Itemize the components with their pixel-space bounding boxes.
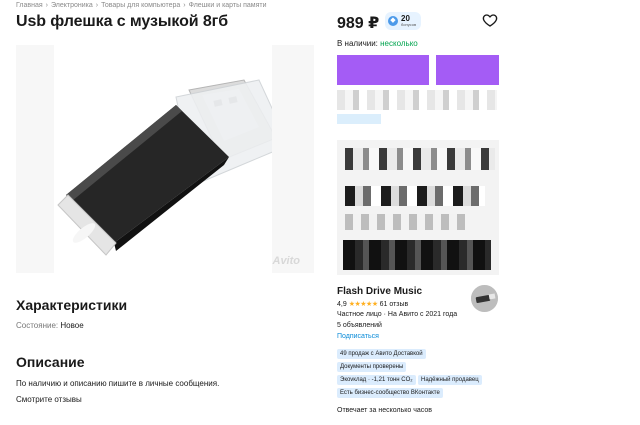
condition-row: Состояние: Новое: [16, 321, 84, 330]
avatar-usb-icon: [471, 285, 498, 312]
badge-documents[interactable]: Документы проверены: [337, 362, 407, 372]
badge-eco[interactable]: Экovклад · -1,21 тонн CO₂: [337, 375, 416, 385]
breadcrumb-separator: ›: [45, 2, 48, 9]
reviews-text: Смотрите отзывы: [16, 395, 82, 404]
breadcrumb-item-home[interactable]: Главная: [16, 2, 43, 9]
breadcrumb-item-flash-drives[interactable]: Флешки и карты памяти: [189, 2, 267, 9]
availability: В наличии: несколько: [337, 39, 418, 48]
badge-sales[interactable]: 49 продаж с Авито Доставкой: [337, 349, 426, 359]
breadcrumb-item-electronics[interactable]: Электроника: [51, 2, 93, 9]
breadcrumb-separator: ›: [183, 2, 186, 9]
pixelated-delivery-link[interactable]: [337, 114, 381, 124]
favorite-heart-icon[interactable]: [482, 12, 498, 28]
availability-value: несколько: [380, 39, 418, 48]
badge-vk-community[interactable]: Есть бизнес-сообщество ВКонтакте: [337, 388, 443, 398]
pixelated-call-button[interactable]: [337, 55, 429, 85]
availability-label: В наличии:: [337, 39, 378, 48]
pixelated-delivery-panel: [337, 140, 499, 275]
bonus-badge[interactable]: ◆ 20 бонусов: [385, 12, 421, 30]
condition-value: Новое: [60, 321, 84, 330]
reviews-count[interactable]: 61 отзыв: [380, 301, 409, 308]
seller-name[interactable]: Flash Drive Music: [337, 286, 422, 297]
usb-drive-image: [57, 79, 272, 256]
seller-avatar[interactable]: [471, 285, 498, 312]
characteristics-heading: Характеристики: [16, 297, 128, 313]
bonus-icon: ◆: [388, 16, 398, 26]
seller-type-since: Частное лицо · На Авито с 2021 года: [337, 311, 458, 318]
description-heading: Описание: [16, 354, 85, 370]
page-title: Usb флешка с музыкой 8гб: [16, 13, 228, 30]
breadcrumb: Главная › Электроника › Товары для компьютер…: [16, 2, 267, 9]
pixelated-message-button[interactable]: [436, 55, 499, 85]
rating-stars-icon: ★★★★★: [348, 301, 378, 308]
breadcrumb-item-computer-goods[interactable]: Товары для компьютера: [101, 2, 180, 9]
badge-reliable[interactable]: Надёжный продавец: [418, 375, 482, 385]
description-text: По наличию и описанию пишите в личные со…: [16, 379, 220, 388]
pixelated-delivery-info: [337, 90, 497, 110]
bonus-label: бонусов: [401, 22, 417, 27]
seller-listings[interactable]: 5 объявлений: [337, 322, 382, 329]
subscribe-button[interactable]: Подписаться: [337, 333, 379, 340]
breadcrumb-separator: ›: [95, 2, 99, 9]
product-gallery[interactable]: Avito: [16, 45, 314, 273]
rating-value: 4,9: [337, 300, 347, 308]
price: 989 ₽: [337, 15, 380, 32]
avito-watermark: Avito: [272, 255, 301, 267]
reply-time: Отвечает за несколько часов: [337, 407, 432, 414]
condition-label: Состояние:: [16, 321, 59, 330]
product-photo[interactable]: [54, 45, 272, 273]
seller-rating[interactable]: 4,9 ★★★★★ 61 отзыв: [337, 300, 409, 309]
